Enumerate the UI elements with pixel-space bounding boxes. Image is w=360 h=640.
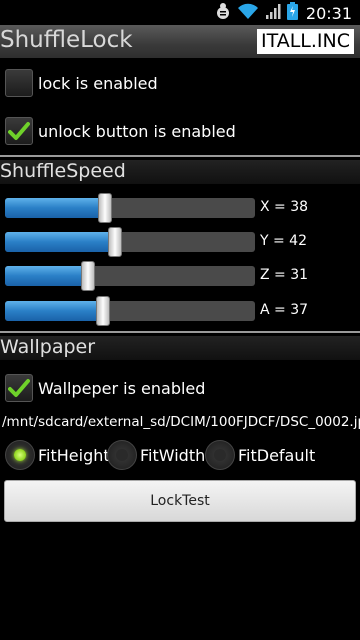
slider-track[interactable]	[5, 261, 255, 291]
slider-y-value: Y = 42	[260, 233, 307, 249]
slider-thumb[interactable]	[98, 193, 112, 223]
slider-fill	[5, 301, 99, 321]
wallpaper-path: /mnt/sdcard/external_sd/DCIM/100FJDCF/DS…	[2, 414, 360, 430]
slider-thumb[interactable]	[96, 296, 110, 326]
app-title: ShuffleLock	[0, 27, 133, 53]
wallpaper-enabled-checkbox[interactable]	[5, 374, 33, 402]
slider-x-value: X = 38	[260, 199, 309, 215]
shuffle-speed-heading: ShuffleSpeed	[0, 160, 126, 182]
slider-track[interactable]	[5, 296, 255, 326]
wallpaper-header: Wallpaper	[0, 336, 360, 360]
signal-icon	[265, 2, 281, 24]
slider-fill	[5, 198, 101, 218]
bug-icon	[215, 2, 231, 24]
check-icon	[8, 122, 30, 140]
slider-track[interactable]	[5, 193, 255, 223]
slider-z-value: Z = 31	[260, 267, 309, 283]
battery-icon	[286, 2, 298, 24]
divider	[0, 155, 360, 157]
lock-enabled-label: lock is enabled	[38, 73, 158, 93]
lock-enabled-row[interactable]: lock is enabled	[0, 69, 158, 97]
fit-width-radio[interactable]	[107, 440, 137, 470]
shuffle-speed-header: ShuffleSpeed	[0, 160, 360, 184]
check-icon	[8, 379, 30, 397]
fit-height-label[interactable]: FitHeight	[38, 446, 110, 465]
unlock-button-label: unlock button is enabled	[38, 121, 236, 141]
fit-default-radio[interactable]	[205, 440, 235, 470]
slider-thumb[interactable]	[81, 261, 95, 291]
status-bar: 20:31	[0, 0, 360, 25]
status-time: 20:31	[305, 3, 352, 23]
slider-thumb[interactable]	[108, 227, 122, 257]
unlock-button-checkbox[interactable]	[5, 117, 33, 145]
slider-track[interactable]	[5, 227, 255, 257]
fit-radio-group: FitHeight FitWidth FitDefault	[0, 438, 360, 472]
title-bar: ShuffleLock ITALL.INC	[0, 25, 360, 58]
wallpaper-enabled-row[interactable]: Wallpeper is enabled	[0, 374, 205, 402]
slider-fill	[5, 232, 111, 252]
lock-enabled-checkbox[interactable]	[5, 69, 33, 97]
wifi-icon	[237, 2, 259, 24]
fit-default-label[interactable]: FitDefault	[238, 446, 315, 465]
slider-a-value: A = 37	[260, 302, 309, 318]
divider	[0, 331, 360, 333]
brand-label: ITALL.INC	[256, 29, 354, 54]
wallpaper-heading: Wallpaper	[0, 336, 96, 358]
lock-test-button[interactable]: LockTest	[4, 480, 356, 522]
slider-fill	[5, 266, 84, 286]
wallpaper-enabled-label: Wallpeper is enabled	[38, 378, 206, 398]
unlock-button-enabled-row[interactable]: unlock button is enabled	[0, 117, 236, 145]
fit-height-radio[interactable]	[5, 440, 35, 470]
fit-width-label[interactable]: FitWidth	[140, 446, 205, 465]
